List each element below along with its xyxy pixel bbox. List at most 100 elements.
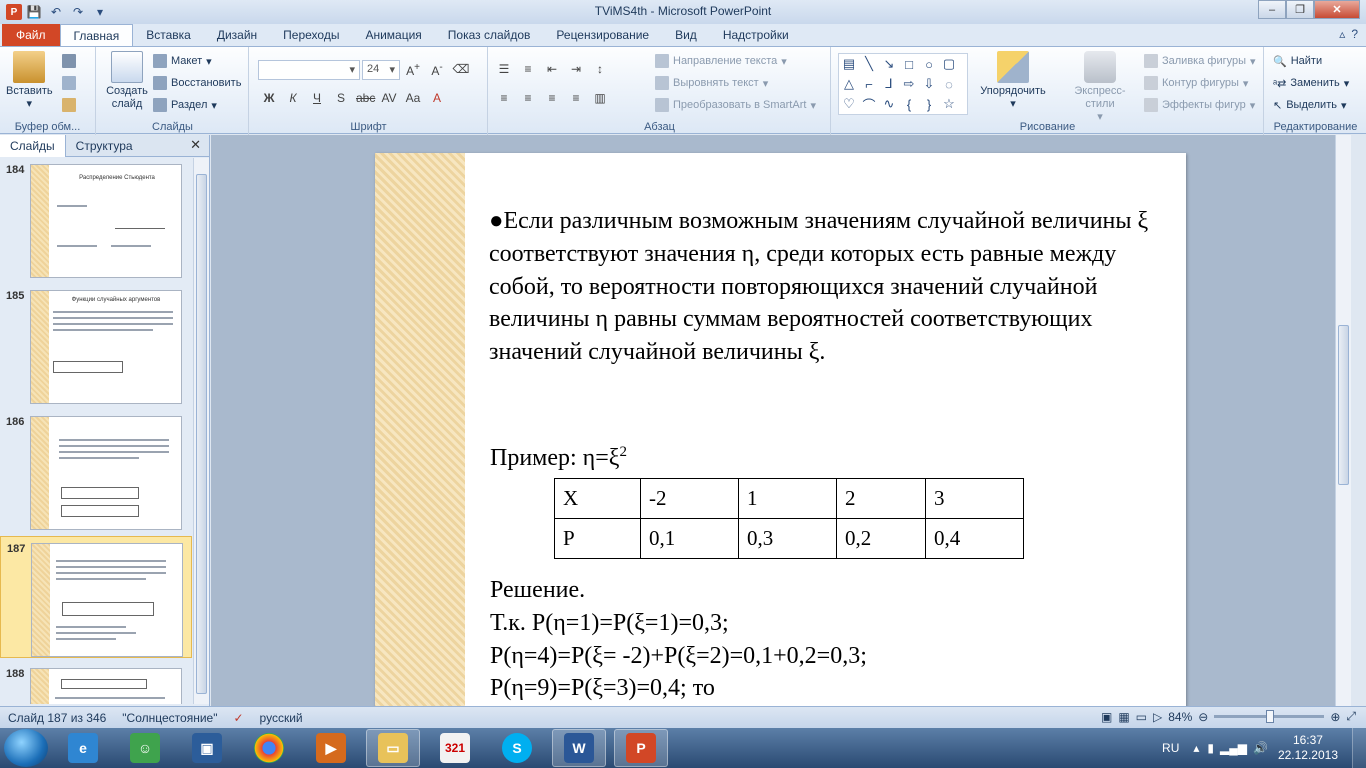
star-shape-icon[interactable]: ☆ bbox=[939, 94, 959, 114]
shadow-icon[interactable]: S bbox=[332, 91, 350, 105]
zoom-level[interactable]: 84% bbox=[1168, 710, 1192, 724]
align-left-icon[interactable]: ≡ bbox=[495, 91, 513, 105]
font-color-icon[interactable]: A bbox=[428, 91, 446, 105]
line-spacing-icon[interactable]: ↕ bbox=[591, 62, 609, 76]
tab-outline-pane[interactable]: Структура bbox=[66, 135, 143, 157]
layout-button[interactable]: Макет ▾ bbox=[153, 51, 212, 71]
normal-view-icon[interactable]: ▣ bbox=[1101, 710, 1112, 724]
taskbar-powerpoint[interactable]: P bbox=[614, 729, 668, 767]
zoom-out-icon[interactable]: ⊖ bbox=[1198, 710, 1208, 724]
tab-transitions[interactable]: Переходы bbox=[270, 24, 352, 46]
tab-insert[interactable]: Вставка bbox=[133, 24, 204, 46]
line-shape-icon[interactable]: ╲ bbox=[859, 54, 879, 74]
zoom-in-icon[interactable]: ⊕ bbox=[1330, 710, 1340, 724]
tab-animations[interactable]: Анимация bbox=[352, 24, 434, 46]
paste-button[interactable]: Вставить ▾ bbox=[6, 51, 53, 111]
font-name-combo[interactable]: ▾ bbox=[258, 60, 360, 80]
minimize-ribbon-icon[interactable]: ▵ bbox=[1339, 27, 1345, 41]
minimize-button[interactable]: ‒ bbox=[1258, 0, 1286, 19]
slide-example-text[interactable]: Пример: η=ξ2 bbox=[490, 436, 627, 475]
slide-thumbnail[interactable]: 184 Распределение Стьюдента bbox=[0, 158, 192, 280]
shrink-font-icon[interactable]: A- bbox=[428, 62, 446, 78]
underline-icon[interactable]: Ч bbox=[308, 91, 326, 105]
quick-styles-button[interactable]: Экспресс-стили ▾ bbox=[1060, 51, 1140, 124]
replace-button[interactable]: ᵃ⇄ Заменить ▾ bbox=[1273, 73, 1349, 93]
curve-shape-icon[interactable]: ⌒ bbox=[859, 94, 879, 114]
canvas-scrollbar[interactable] bbox=[1335, 135, 1351, 706]
columns-icon[interactable]: ▥ bbox=[591, 91, 609, 105]
right-brace-shape-icon[interactable]: } bbox=[919, 94, 939, 114]
textbox-shape-icon[interactable]: ▤ bbox=[839, 54, 859, 74]
close-pane-icon[interactable]: ✕ bbox=[190, 137, 201, 153]
undo-icon[interactable]: ↶ bbox=[46, 3, 66, 21]
font-size-combo[interactable]: 24 ▾ bbox=[362, 60, 400, 80]
format-painter-button[interactable] bbox=[62, 95, 76, 115]
select-button[interactable]: ↖ Выделить ▾ bbox=[1273, 95, 1347, 115]
show-desktop-button[interactable] bbox=[1352, 728, 1366, 768]
slide-distribution-table[interactable]: X -2 1 2 3 P 0,1 0,3 0,2 0,4 bbox=[554, 478, 1024, 559]
taskbar-media[interactable]: ▣ bbox=[180, 729, 234, 767]
bullets-icon[interactable]: ☰ bbox=[495, 62, 513, 76]
slide-sorter-icon[interactable]: ▦ bbox=[1118, 710, 1129, 724]
shape-outline-button[interactable]: Контур фигуры ▾ bbox=[1144, 73, 1248, 93]
arrow-shape-icon[interactable]: ↘ bbox=[879, 54, 899, 74]
freeform-shape-icon[interactable]: ∿ bbox=[879, 94, 899, 114]
align-text-button[interactable]: Выровнять текст ▾ bbox=[655, 73, 768, 93]
numbering-icon[interactable]: ≡ bbox=[519, 62, 537, 76]
taskbar-messenger[interactable]: ☺ bbox=[118, 729, 172, 767]
start-button[interactable] bbox=[4, 729, 48, 767]
taskbar-chrome[interactable] bbox=[242, 729, 296, 767]
align-right-icon[interactable]: ≡ bbox=[543, 91, 561, 105]
change-case-icon[interactable]: Aa bbox=[404, 91, 422, 105]
italic-icon[interactable]: К bbox=[284, 91, 302, 105]
section-button[interactable]: Раздел ▾ bbox=[153, 95, 217, 115]
language-tray[interactable]: RU bbox=[1162, 741, 1179, 755]
oval-shape-icon[interactable]: ○ bbox=[919, 54, 939, 74]
tab-review[interactable]: Рецензирование bbox=[543, 24, 662, 46]
arrange-button[interactable]: Упорядочить ▾ bbox=[978, 51, 1048, 111]
heart-shape-icon[interactable]: ♡ bbox=[839, 94, 859, 114]
bold-icon[interactable]: Ж bbox=[260, 91, 278, 105]
powerpoint-app-icon[interactable]: P bbox=[6, 4, 22, 20]
left-brace-shape-icon[interactable]: { bbox=[899, 94, 919, 114]
align-center-icon[interactable]: ≡ bbox=[519, 91, 537, 105]
clock[interactable]: 16:37 22.12.2013 bbox=[1278, 733, 1338, 763]
rectangle-shape-icon[interactable]: □ bbox=[899, 54, 919, 74]
language-indicator[interactable]: русский bbox=[252, 711, 311, 725]
tab-slideshow[interactable]: Показ слайдов bbox=[435, 24, 544, 46]
tab-design[interactable]: Дизайн bbox=[204, 24, 270, 46]
shapes-gallery[interactable]: ▤ ╲ ↘ □ ○ ▢ △ ⌐ ⅃ ⇨ ⇩ ◌ ♡ ⌒ ∿ { } ☆ bbox=[838, 53, 968, 115]
right-arrow-shape-icon[interactable]: ⇨ bbox=[899, 74, 919, 94]
signal-icon[interactable]: ▂▄▆ bbox=[1220, 741, 1247, 755]
taskbar-skype[interactable]: S bbox=[490, 729, 544, 767]
spellcheck-icon[interactable]: ✓ bbox=[225, 711, 251, 725]
tab-home[interactable]: Главная bbox=[59, 24, 134, 46]
triangle-shape-icon[interactable]: △ bbox=[839, 74, 859, 94]
find-button[interactable]: 🔍 Найти bbox=[1273, 51, 1322, 71]
reading-view-icon[interactable]: ▭ bbox=[1136, 710, 1147, 724]
current-slide[interactable]: ●Если различным возможным значениям случ… bbox=[375, 153, 1186, 706]
clear-format-icon[interactable]: ⌫ bbox=[452, 62, 470, 78]
customize-qat-icon[interactable]: ▾ bbox=[90, 3, 110, 21]
grow-font-icon[interactable]: A+ bbox=[404, 62, 422, 78]
zoom-slider[interactable] bbox=[1214, 710, 1325, 723]
slides-pane-scrollbar[interactable] bbox=[193, 158, 209, 704]
justify-icon[interactable]: ≡ bbox=[567, 91, 585, 105]
shape-fill-button[interactable]: Заливка фигуры ▾ bbox=[1144, 51, 1256, 71]
tab-file[interactable]: Файл bbox=[2, 24, 60, 46]
text-direction-button[interactable]: Направление текста ▾ bbox=[655, 51, 787, 71]
slide-thumbnail[interactable]: 188 bbox=[0, 662, 192, 704]
reset-button[interactable]: Восстановить bbox=[153, 73, 241, 93]
taskbar-word[interactable]: W bbox=[552, 729, 606, 767]
show-hidden-icons-icon[interactable]: ▴ bbox=[1193, 741, 1199, 755]
shape-effects-button[interactable]: Эффекты фигур ▾ bbox=[1144, 95, 1255, 115]
slide-thumbnail-selected[interactable]: 187 bbox=[0, 536, 192, 658]
slide-thumbnail[interactable]: 186 bbox=[0, 410, 192, 532]
taskbar-calendar[interactable]: 321 bbox=[428, 729, 482, 767]
cut-button[interactable] bbox=[62, 51, 76, 71]
new-slide-button[interactable]: Создать слайд bbox=[103, 51, 151, 111]
volume-icon[interactable]: 🔊 bbox=[1253, 741, 1268, 755]
connector-shape-icon[interactable]: ⌐ bbox=[859, 74, 879, 94]
redo-icon[interactable]: ↷ bbox=[68, 3, 88, 21]
slideshow-icon[interactable]: ▷ bbox=[1153, 710, 1162, 724]
